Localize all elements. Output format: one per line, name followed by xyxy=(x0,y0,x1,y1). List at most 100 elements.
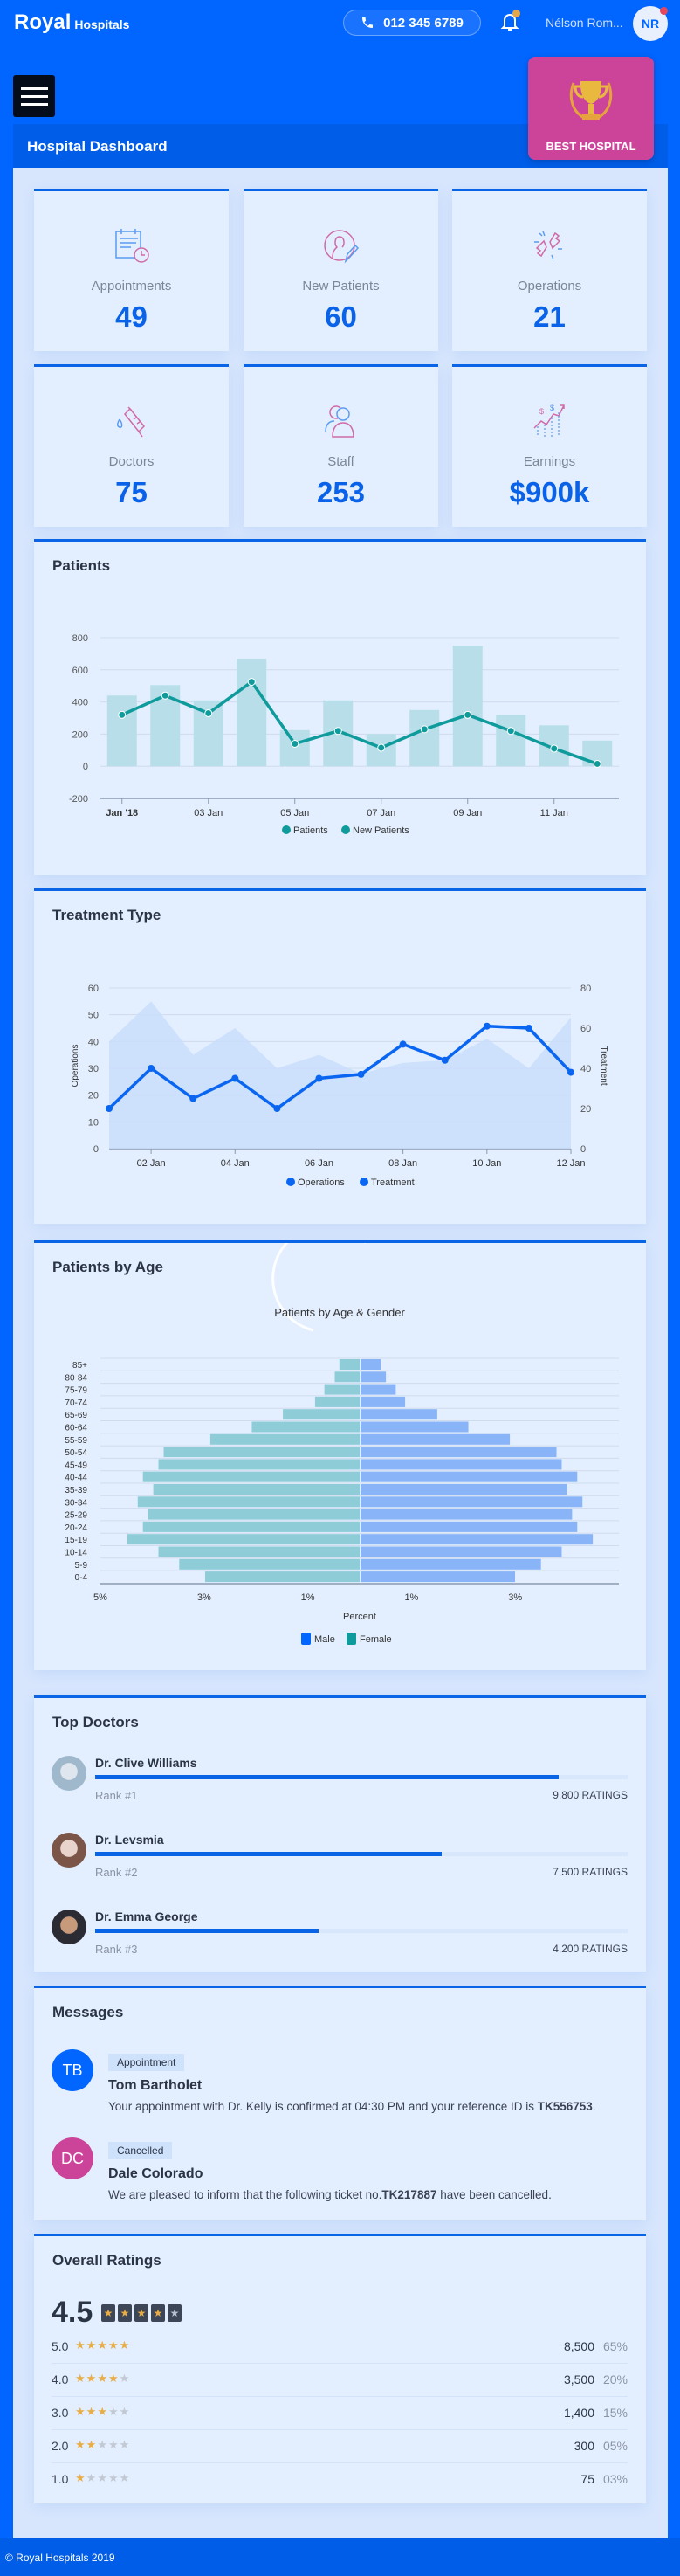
y-tick-label: 0 xyxy=(83,762,88,772)
bar-patients[interactable] xyxy=(496,715,526,767)
point-new-patients[interactable] xyxy=(506,727,515,736)
message-item[interactable]: TB Appointment Tom Bartholet Your appointme… xyxy=(52,2049,628,2128)
point-new-patients[interactable] xyxy=(204,708,213,717)
bar-male[interactable] xyxy=(361,1459,562,1470)
bar-female[interactable] xyxy=(179,1558,360,1570)
legend-label[interactable]: Female xyxy=(360,1634,392,1645)
stat-card-staff[interactable]: Staff 253 xyxy=(244,364,438,527)
bar-male[interactable] xyxy=(361,1384,396,1395)
legend-label[interactable]: Operations xyxy=(298,1178,345,1188)
point-treatment[interactable] xyxy=(525,1025,532,1032)
bar-male[interactable] xyxy=(361,1396,406,1407)
stat-card-operations[interactable]: Operations 21 xyxy=(452,189,647,351)
rating-row: 3.0 ★★★★★ 1,400 15% xyxy=(52,2397,628,2430)
bar-female[interactable] xyxy=(204,1571,360,1583)
bar-patients[interactable] xyxy=(409,709,440,767)
bar-male[interactable] xyxy=(361,1471,578,1482)
phone-button[interactable]: 012 345 6789 xyxy=(343,10,481,36)
point-new-patients[interactable] xyxy=(118,710,127,719)
brand-name: Royal xyxy=(14,10,72,34)
bar-female[interactable] xyxy=(142,1521,360,1532)
bar-patients[interactable] xyxy=(106,695,137,767)
doctor-item[interactable]: Dr. Emma George Rank #3 4,200 RATINGS xyxy=(52,1910,628,1962)
stat-card-doctors[interactable]: Doctors 75 xyxy=(34,364,229,527)
bar-female[interactable] xyxy=(334,1371,360,1383)
bar-male[interactable] xyxy=(361,1409,437,1420)
point-new-patients[interactable] xyxy=(593,759,601,768)
message-item[interactable]: DC Cancelled Dale Colorado We are pleased t… xyxy=(52,2137,628,2216)
legend-label[interactable]: Treatment xyxy=(371,1178,415,1188)
point-new-patients[interactable] xyxy=(247,678,256,687)
bar-male[interactable] xyxy=(361,1484,567,1495)
y-tick-label: 0 xyxy=(93,1144,99,1155)
bar-patients[interactable] xyxy=(237,658,267,767)
bar-male[interactable] xyxy=(361,1521,578,1532)
legend-label[interactable]: New Patients xyxy=(353,825,409,836)
bar-female[interactable] xyxy=(153,1484,360,1495)
bar-female[interactable] xyxy=(314,1396,360,1407)
bar-male[interactable] xyxy=(361,1534,594,1545)
legend-label[interactable]: Patients xyxy=(293,825,328,836)
stat-card-new-patients[interactable]: New Patients 60 xyxy=(244,189,438,351)
point-treatment[interactable] xyxy=(357,1070,365,1078)
bar-female[interactable] xyxy=(209,1433,360,1445)
bar-female[interactable] xyxy=(324,1384,360,1395)
point-treatment[interactable] xyxy=(315,1074,323,1082)
point-treatment[interactable] xyxy=(399,1040,407,1048)
bar-female[interactable] xyxy=(127,1534,360,1545)
point-treatment[interactable] xyxy=(106,1105,113,1112)
messages-card: Messages TB Appointment Tom Bartholet Your … xyxy=(34,1986,646,2220)
point-new-patients[interactable] xyxy=(464,710,472,719)
rating-count: 3,500 xyxy=(563,2372,594,2386)
point-new-patients[interactable] xyxy=(420,725,429,734)
bar-male[interactable] xyxy=(361,1546,562,1557)
doctor-item[interactable]: Dr. Levsmia Rank #2 7,500 RATINGS xyxy=(52,1833,628,1885)
legend-label[interactable]: Male xyxy=(314,1634,335,1645)
bar-male[interactable] xyxy=(361,1509,573,1520)
bar-male[interactable] xyxy=(361,1496,583,1508)
point-new-patients[interactable] xyxy=(291,739,299,748)
doctor-name: Dr. Levsmia xyxy=(95,1833,164,1847)
stat-card-appointments[interactable]: Appointments 49 xyxy=(34,189,229,351)
bar-female[interactable] xyxy=(158,1459,360,1470)
bar-female[interactable] xyxy=(137,1496,360,1508)
point-treatment[interactable] xyxy=(441,1056,449,1064)
bar-female[interactable] xyxy=(339,1359,360,1370)
bar-male[interactable] xyxy=(361,1421,469,1433)
point-new-patients[interactable] xyxy=(333,727,342,736)
calendar-clock-icon xyxy=(113,226,151,265)
bar-female[interactable] xyxy=(163,1447,360,1458)
point-new-patients[interactable] xyxy=(377,743,386,752)
bar-male[interactable] xyxy=(361,1433,511,1445)
patients-by-age-card: Patients by Age Patients by Age & Gender… xyxy=(34,1240,646,1670)
bar-female[interactable] xyxy=(283,1409,360,1420)
point-treatment[interactable] xyxy=(148,1065,155,1072)
bar-female[interactable] xyxy=(251,1421,360,1433)
point-treatment[interactable] xyxy=(273,1105,281,1112)
bar-male[interactable] xyxy=(361,1447,557,1458)
sender-avatar: DC xyxy=(52,2137,93,2179)
bar-male[interactable] xyxy=(361,1359,381,1370)
bar-female[interactable] xyxy=(158,1546,360,1557)
y-tick-label: 20 xyxy=(88,1091,99,1102)
hamburger-menu-button[interactable] xyxy=(13,75,55,117)
bar-male[interactable] xyxy=(361,1558,541,1570)
bar-patients[interactable] xyxy=(452,646,483,767)
point-treatment[interactable] xyxy=(231,1074,239,1082)
star-icon: ★ xyxy=(118,2304,132,2322)
bar-male[interactable] xyxy=(361,1571,516,1583)
brand-logo[interactable]: Royal Hospitals xyxy=(14,10,129,35)
point-treatment[interactable] xyxy=(483,1022,491,1030)
bar-female[interactable] xyxy=(148,1509,360,1520)
point-treatment[interactable] xyxy=(189,1095,197,1102)
bar-male[interactable] xyxy=(361,1371,387,1383)
point-treatment[interactable] xyxy=(567,1068,574,1076)
rating-stars: ★★★★★ xyxy=(75,2438,130,2452)
bar-patients[interactable] xyxy=(279,729,310,767)
point-new-patients[interactable] xyxy=(550,744,559,753)
user-name[interactable]: Nélson Rom... xyxy=(546,16,623,30)
doctor-item[interactable]: Dr. Clive Williams Rank #1 9,800 RATINGS xyxy=(52,1756,628,1808)
point-new-patients[interactable] xyxy=(161,691,169,700)
bar-female[interactable] xyxy=(142,1471,360,1482)
stat-card-earnings[interactable]: $ $ Earnings $900k xyxy=(452,364,647,527)
